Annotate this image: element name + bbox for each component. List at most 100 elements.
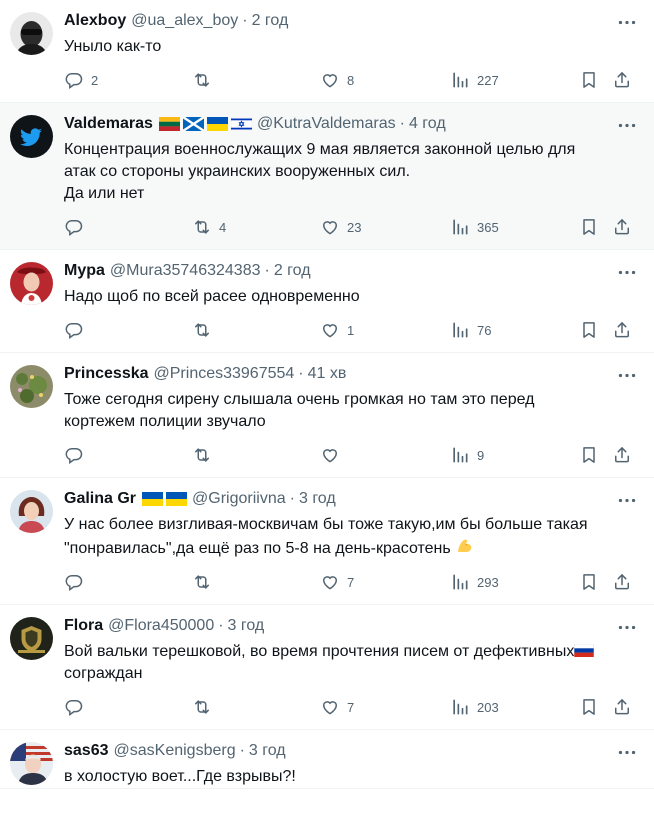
timestamp[interactable]: 3 год [228,617,265,635]
more-icon[interactable] [616,742,638,762]
author-name[interactable]: Flora [64,617,103,635]
tweet-header: Flora @Flora450000 · 3 год [64,615,640,637]
retweet-button[interactable] [192,571,219,593]
author-handle[interactable]: @KutraValdemaras [257,115,396,133]
separator-dot: · [239,742,245,759]
name-flags [158,117,252,131]
like-button[interactable]: 8 [320,69,354,91]
share-button[interactable] [612,571,632,593]
views-button[interactable]: 203 [450,696,499,718]
tweet-reply[interactable]: Alexboy @ua_alex_boy · 2 год Уныло как-то 2 8 2… [0,0,654,103]
bookmark-button[interactable] [579,696,599,718]
retweet-icon [192,572,212,592]
man-flag-avatar[interactable] [10,742,53,785]
author-name[interactable]: Galina Gr [64,490,136,508]
bookmark-button[interactable] [579,216,599,238]
author-name[interactable]: Alexboy [64,12,126,30]
views-button[interactable]: 9 [450,444,484,466]
flag-ukraine-icon [142,492,164,506]
bookmark-icon [579,70,599,90]
tweet-text-line: "понравилась",да ещё раз по 5-8 на день-… [64,536,640,560]
like-button[interactable]: 23 [320,216,361,238]
retweet-button[interactable] [192,69,219,91]
share-button[interactable] [612,69,632,91]
timestamp[interactable]: 2 год [252,12,289,30]
timestamp[interactable]: 3 год [299,490,336,508]
retweet-count: 4 [219,219,227,235]
tweet-reply[interactable]: Princesska @Princes33967554 · 41 хв Тоже сег… [0,353,654,478]
author-name[interactable]: Valdemaras [64,115,153,133]
author-handle[interactable]: @Princes33967554 [154,365,295,383]
retweet-button[interactable] [192,319,219,341]
tweet-reply[interactable]: Flora @Flora450000 · 3 год Вой вальки терешк… [0,605,654,730]
retweet-button[interactable]: 4 [192,216,226,238]
share-button[interactable] [612,444,632,466]
woman-portrait-avatar[interactable] [10,490,53,533]
tweet-header: Galina Gr @Grigoriivna · 3 год [64,488,640,510]
author-handle[interactable]: @ua_alex_boy [131,12,238,30]
bookmark-button[interactable] [579,69,599,91]
more-icon[interactable] [616,365,638,385]
tweet-reply[interactable]: Mypa @Mura35746324383 · 2 год Надо щоб по вс… [0,250,654,353]
share-icon [612,572,632,592]
like-button[interactable]: 1 [320,319,354,341]
views-chart-icon [450,445,470,465]
reply-icon [64,572,84,592]
more-icon[interactable] [616,115,638,135]
like-button[interactable]: 7 [320,696,354,718]
share-button[interactable] [612,696,632,718]
reply-button[interactable] [64,696,91,718]
reply-button[interactable] [64,319,91,341]
bookmark-button[interactable] [579,319,599,341]
tweet-reply[interactable]: Galina Gr @Grigoriivna · 3 год У нас более в… [0,478,654,605]
heart-icon [320,697,340,717]
timestamp[interactable]: 41 хв [308,365,347,383]
flowers-avatar[interactable] [10,365,53,408]
share-button[interactable] [612,319,632,341]
more-icon[interactable] [616,262,638,282]
woman-red-avatar[interactable] [10,262,53,305]
heart-icon [320,70,340,90]
emblem-avatar[interactable] [10,617,53,660]
author-name[interactable]: sas63 [64,742,109,760]
share-button[interactable] [612,216,632,238]
bookmark-button[interactable] [579,571,599,593]
more-icon[interactable] [616,12,638,32]
tweet-reply[interactable]: sas63 @sasKenigsberg · 3 год в холостую воет… [0,730,654,789]
tweet-text-span: сограждан [64,665,143,682]
timestamp[interactable]: 4 год [409,115,446,133]
author-handle[interactable]: @Grigoriivna [192,490,286,508]
views-button[interactable]: 227 [450,69,499,91]
bird-avatar[interactable] [10,115,53,158]
reply-button[interactable]: 2 [64,69,98,91]
author-name[interactable]: Mypa [64,262,105,280]
views-button[interactable]: 76 [450,319,491,341]
like-button[interactable]: 7 [320,571,354,593]
like-count: 1 [347,322,355,338]
reply-button[interactable] [64,444,91,466]
views-chart-icon [450,697,470,717]
reply-button[interactable] [64,571,91,593]
views-chart-icon [450,217,470,237]
tweet-text: У нас более визгливая-москвичам бы тоже … [64,514,640,560]
tweet-text-span: Уныло как-то [64,38,162,55]
author-handle[interactable]: @Flora450000 [108,617,214,635]
like-button[interactable] [320,444,347,466]
author-handle[interactable]: @Mura35746324383 [110,262,261,280]
author-handle[interactable]: @sasKenigsberg [114,742,236,760]
more-icon[interactable] [616,617,638,637]
timestamp[interactable]: 3 год [249,742,286,760]
dark-glasses-avatar[interactable] [10,12,53,55]
reply-count: 2 [91,72,99,88]
views-button[interactable]: 365 [450,216,499,238]
separator-dot: · [218,617,224,634]
retweet-button[interactable] [192,696,219,718]
timestamp[interactable]: 2 год [274,262,311,280]
retweet-button[interactable] [192,444,219,466]
reply-button[interactable] [64,216,91,238]
tweet-reply[interactable]: Valdemaras @KutraValdemaras · 4 год Концентр… [0,103,654,250]
views-button[interactable]: 293 [450,571,499,593]
author-name[interactable]: Princesska [64,365,149,383]
more-icon[interactable] [616,490,638,510]
bookmark-button[interactable] [579,444,599,466]
